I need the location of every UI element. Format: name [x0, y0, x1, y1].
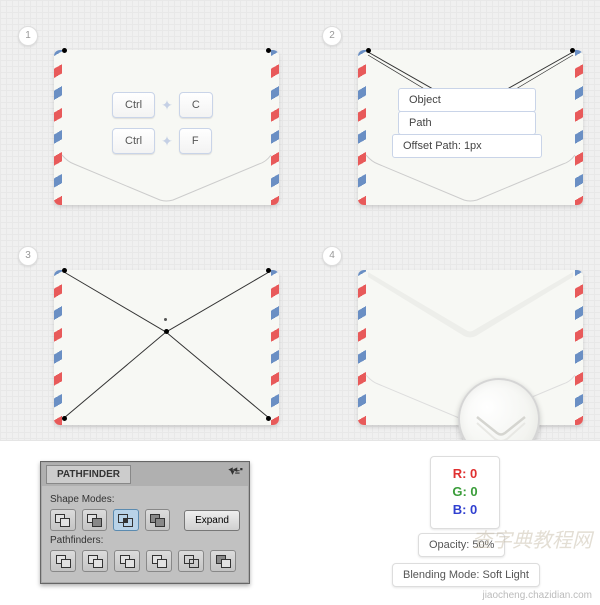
step-number: 2 [322, 26, 342, 46]
pf-trim-button[interactable] [82, 550, 108, 572]
anchor-point [266, 268, 271, 273]
step-1: 1 Ctrl ✦ C Ctrl ✦ F [12, 20, 292, 215]
stripe-left [358, 50, 366, 205]
anchor-point [266, 416, 271, 421]
pf-divide-button[interactable] [50, 550, 76, 572]
pf-crop-button[interactable] [146, 550, 172, 572]
stripe-right [575, 50, 583, 205]
watermark-url: jiaocheng.chazidian.com [482, 590, 592, 601]
step-number: 3 [18, 246, 38, 266]
tutorial-grid: 1 Ctrl ✦ C Ctrl ✦ F [0, 0, 600, 440]
stripe-right [271, 50, 279, 205]
step-number: 4 [322, 246, 342, 266]
path-tooltip: Object Path Offset Path: 1px [398, 88, 536, 157]
key-f: F [179, 128, 212, 154]
pathfinders-label: Pathfinders: [50, 535, 240, 546]
stripe-left [358, 270, 366, 425]
pf-minusback-button[interactable] [210, 550, 236, 572]
shape-exclude-button[interactable] [145, 509, 171, 531]
shape-modes-label: Shape Modes: [50, 494, 240, 505]
stripe-right [575, 270, 583, 425]
step-2: 2 Object Path Offset Path: 1px [316, 20, 596, 215]
expand-button[interactable]: Expand [184, 510, 240, 531]
anchor-point [62, 48, 67, 53]
panel-title[interactable]: PATHFINDER [46, 465, 131, 484]
envelope [54, 270, 279, 425]
pf-outline-button[interactable] [178, 550, 204, 572]
envelope: Ctrl ✦ C Ctrl ✦ F [54, 50, 279, 205]
shape-minus-button[interactable] [82, 509, 108, 531]
anchor-point [266, 48, 271, 53]
stripe-right [271, 270, 279, 425]
pf-merge-button[interactable] [114, 550, 140, 572]
tooltip-offset: Offset Path: 1px [392, 134, 542, 158]
pathfinder-panel[interactable]: ◂◂ ▪ PATHFINDER ▾≡ Shape Modes: Expand P… [40, 461, 250, 584]
anchor-point [62, 416, 67, 421]
flap-outline [54, 270, 279, 425]
rgb-values: R: 0 G: 0 B: 0 [430, 456, 500, 529]
key-ctrl: Ctrl [112, 128, 155, 154]
stripe-left [54, 270, 62, 425]
shortcut-keys: Ctrl ✦ C Ctrl ✦ F [112, 92, 213, 164]
plus-icon: ✦ [161, 97, 173, 114]
tooltip-object: Object [398, 88, 536, 112]
shape-intersect-button[interactable] [113, 509, 139, 531]
b-value: B: 0 [439, 501, 491, 519]
envelope [358, 270, 583, 425]
stripe-left [54, 50, 62, 205]
tooltip-path: Path [398, 111, 536, 135]
anchor-point [62, 268, 67, 273]
bottom-panel: ◂◂ ▪ PATHFINDER ▾≡ Shape Modes: Expand P… [0, 440, 600, 605]
anchor-point [570, 48, 575, 53]
blending-mode-value: Blending Mode: Soft Light [392, 563, 540, 587]
step-4: 4 [316, 240, 596, 435]
anchor-point [164, 329, 169, 334]
key-ctrl: Ctrl [112, 92, 155, 118]
r-value: R: 0 [439, 465, 491, 483]
watermark-cn: 查字典教程网 [472, 524, 592, 553]
plus-icon: ✦ [161, 133, 173, 150]
handle-point [164, 318, 167, 321]
anchor-point [366, 48, 371, 53]
key-c: C [179, 92, 213, 118]
step-number: 1 [18, 26, 38, 46]
step-3: 3 [12, 240, 292, 435]
envelope: Object Path Offset Path: 1px [358, 50, 583, 205]
shape-unite-button[interactable] [50, 509, 76, 531]
g-value: G: 0 [439, 483, 491, 501]
panel-dots-icon[interactable]: ◂◂ ▪ [228, 464, 243, 475]
